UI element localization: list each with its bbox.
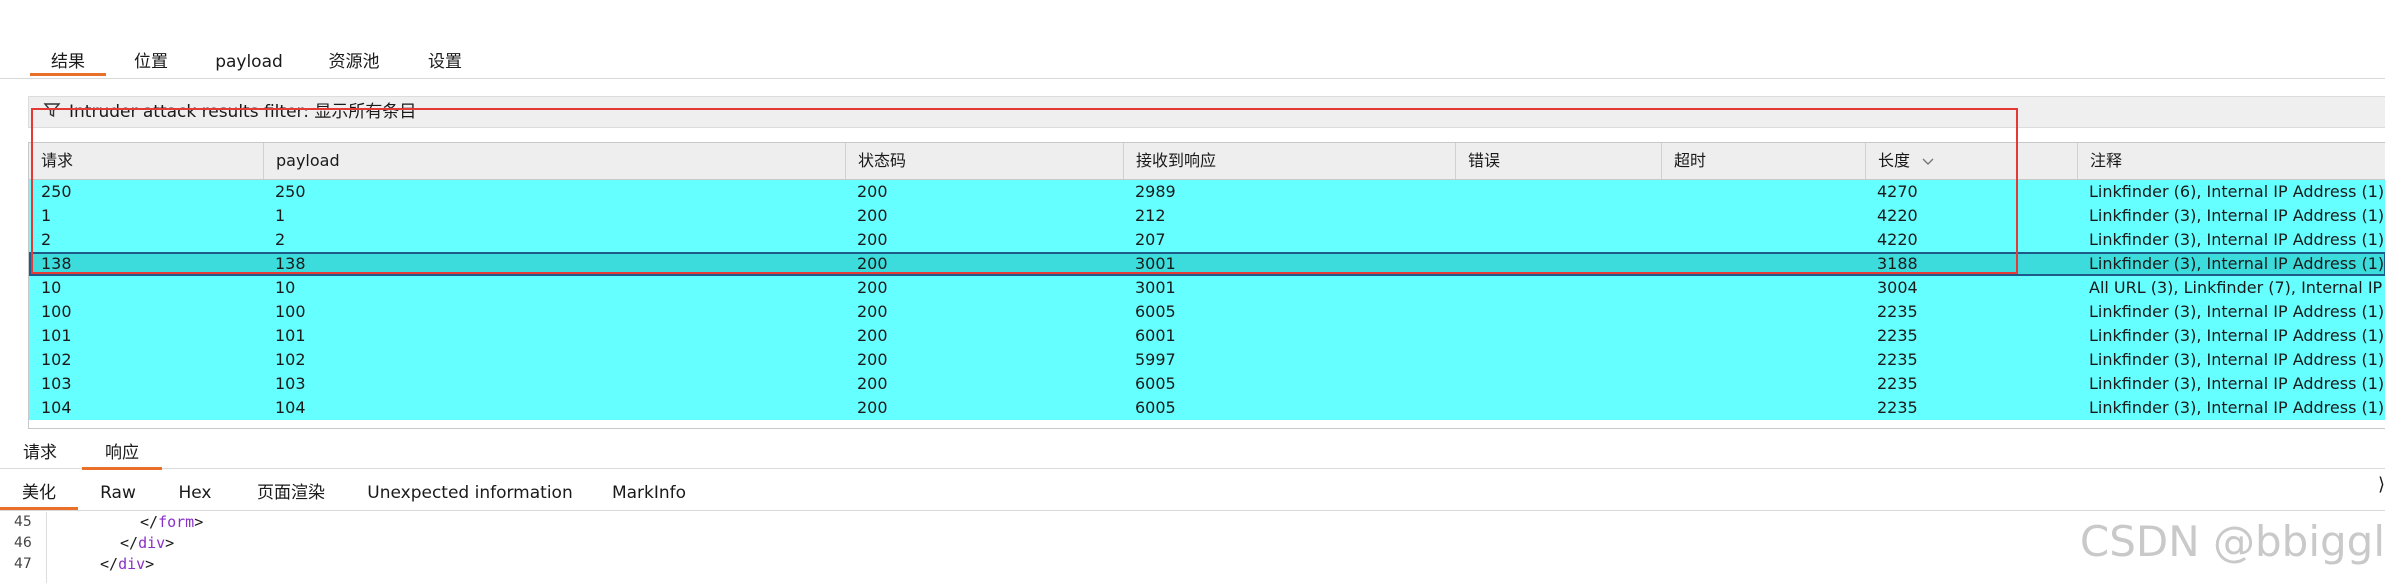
cell-error [1455, 300, 1661, 324]
tab-markinfo[interactable]: MarkInfo [608, 482, 690, 510]
code-tag-name: div [118, 555, 146, 573]
top-tab-bar: 结果 位置 payload 资源池 设置 [0, 40, 2385, 79]
code-tag-open: </ [140, 513, 159, 531]
cell-response-received: 6001 [1135, 326, 1176, 345]
tab-unexpected-information[interactable]: Unexpected information [362, 482, 578, 510]
tab-resource-pool[interactable]: 资源池 [316, 50, 392, 78]
cell-comment: Linkfinder (3), Internal IP Address (1) [2089, 206, 2385, 225]
cell-length: 2235 [1877, 374, 1918, 393]
cell-response-received: 6005 [1135, 398, 1176, 417]
tab-positions[interactable]: 位置 [118, 50, 184, 78]
cell-comment: Linkfinder (3), Internal IP Address (1) [2089, 398, 2385, 417]
cell-length: 2235 [1877, 350, 1918, 369]
column-header-comment[interactable]: 注释 [2077, 143, 2385, 179]
line-number: 46 [14, 535, 32, 551]
cell-payload: 104 [275, 398, 306, 417]
table-row[interactable]: 104 104 200 6005 2235 Linkfinder (3), Interna… [29, 396, 2385, 420]
cell-comment: Linkfinder (3), Internal IP Address (1) [2089, 350, 2385, 369]
cell-error [1455, 324, 1661, 348]
table-row[interactable]: 103 103 200 6005 2235 Linkfinder (3), Interna… [29, 372, 2385, 396]
line-number: 45 [14, 514, 32, 530]
cell-comment: Linkfinder (3), Internal IP Address (1) [2089, 254, 2385, 273]
cell-status: 200 [857, 326, 888, 345]
cell-timeout [1661, 348, 1865, 372]
cell-response-received: 6005 [1135, 302, 1176, 321]
line-number: 47 [14, 556, 32, 572]
cell-timeout [1661, 276, 1865, 300]
cell-length: 3004 [1877, 278, 1918, 297]
cell-comment: Linkfinder (3), Internal IP Address (1) [2089, 302, 2385, 321]
code-tag-close: > [194, 513, 204, 531]
table-row[interactable]: 101 101 200 6001 2235 Linkfinder (3), Interna… [29, 324, 2385, 348]
cell-status: 200 [857, 374, 888, 393]
cell-status: 200 [857, 350, 888, 369]
cell-comment: Linkfinder (6), Internal IP Address (1) [2089, 182, 2385, 201]
cell-request: 102 [41, 350, 72, 369]
code-tag-close: > [165, 534, 175, 552]
cell-length: 2235 [1877, 398, 1918, 417]
cell-error [1455, 372, 1661, 396]
cell-status: 200 [857, 398, 888, 417]
code-line: </div> [100, 554, 154, 575]
tab-render[interactable]: 页面渲染 [250, 482, 332, 510]
cell-status: 200 [857, 278, 888, 297]
cell-payload: 100 [275, 302, 306, 321]
cell-status: 200 [857, 302, 888, 321]
code-tag-name: form [158, 513, 195, 531]
message-pane-tabs: 请求 响应 [0, 436, 2385, 470]
cell-payload: 101 [275, 326, 306, 345]
cell-request: 104 [41, 398, 72, 417]
cell-timeout [1661, 372, 1865, 396]
cell-payload: 10 [275, 278, 296, 297]
tab-raw[interactable]: Raw [94, 482, 142, 510]
tab-response[interactable]: 响应 [82, 442, 162, 470]
code-tag-close: > [145, 555, 155, 573]
table-row[interactable]: 100 100 200 6005 2235 Linkfinder (3), Interna… [29, 300, 2385, 324]
tab-payload[interactable]: payload [204, 50, 294, 78]
highlight-annotation-box [31, 108, 2018, 274]
cell-response-received: 3001 [1135, 278, 1176, 297]
cell-comment: Linkfinder (3), Internal IP Address (1) [2089, 326, 2385, 345]
cell-comment: Linkfinder (3), Internal IP Address (1) [2089, 230, 2385, 249]
cell-length: 2235 [1877, 302, 1918, 321]
cell-timeout [1661, 396, 1865, 420]
tab-hex[interactable]: Hex [172, 482, 218, 510]
cell-payload: 102 [275, 350, 306, 369]
cell-error [1455, 348, 1661, 372]
cell-payload: 103 [275, 374, 306, 393]
cell-length: 2235 [1877, 326, 1918, 345]
code-tag-open: </ [120, 534, 139, 552]
table-row[interactable]: 10 10 200 3001 3004 All URL (3), Linkfinder (… [29, 276, 2385, 300]
cell-error [1455, 396, 1661, 420]
collapse-icon[interactable]: ⟩ [2378, 474, 2385, 495]
cell-timeout [1661, 300, 1865, 324]
cell-timeout [1661, 324, 1865, 348]
code-line: </div> [120, 533, 174, 554]
tab-settings[interactable]: 设置 [412, 50, 478, 78]
code-tag-open: </ [100, 555, 119, 573]
response-code-view[interactable]: 45 </form> 46 </div> 47 </div> [0, 512, 2385, 583]
code-line: </form> [140, 512, 203, 533]
cell-response-received: 5997 [1135, 350, 1176, 369]
cell-request: 10 [41, 278, 62, 297]
tab-request[interactable]: 请求 [14, 442, 66, 470]
cell-response-received: 6005 [1135, 374, 1176, 393]
tab-results[interactable]: 结果 [30, 50, 106, 78]
cell-comment: All URL (3), Linkfinder (7), Internal IP… [2089, 278, 2385, 297]
cell-request: 101 [41, 326, 72, 345]
cell-error [1455, 276, 1661, 300]
watermark: CSDN @bbiggl [2079, 517, 2385, 566]
table-row[interactable]: 102 102 200 5997 2235 Linkfinder (3), Interna… [29, 348, 2385, 372]
tab-pretty[interactable]: 美化 [0, 482, 78, 510]
cell-comment: Linkfinder (3), Internal IP Address (1) [2089, 374, 2385, 393]
response-view-tabs: 美化 Raw Hex 页面渲染 Unexpected information M… [0, 476, 2385, 511]
code-tag-name: div [138, 534, 166, 552]
cell-request: 103 [41, 374, 72, 393]
cell-request: 100 [41, 302, 72, 321]
